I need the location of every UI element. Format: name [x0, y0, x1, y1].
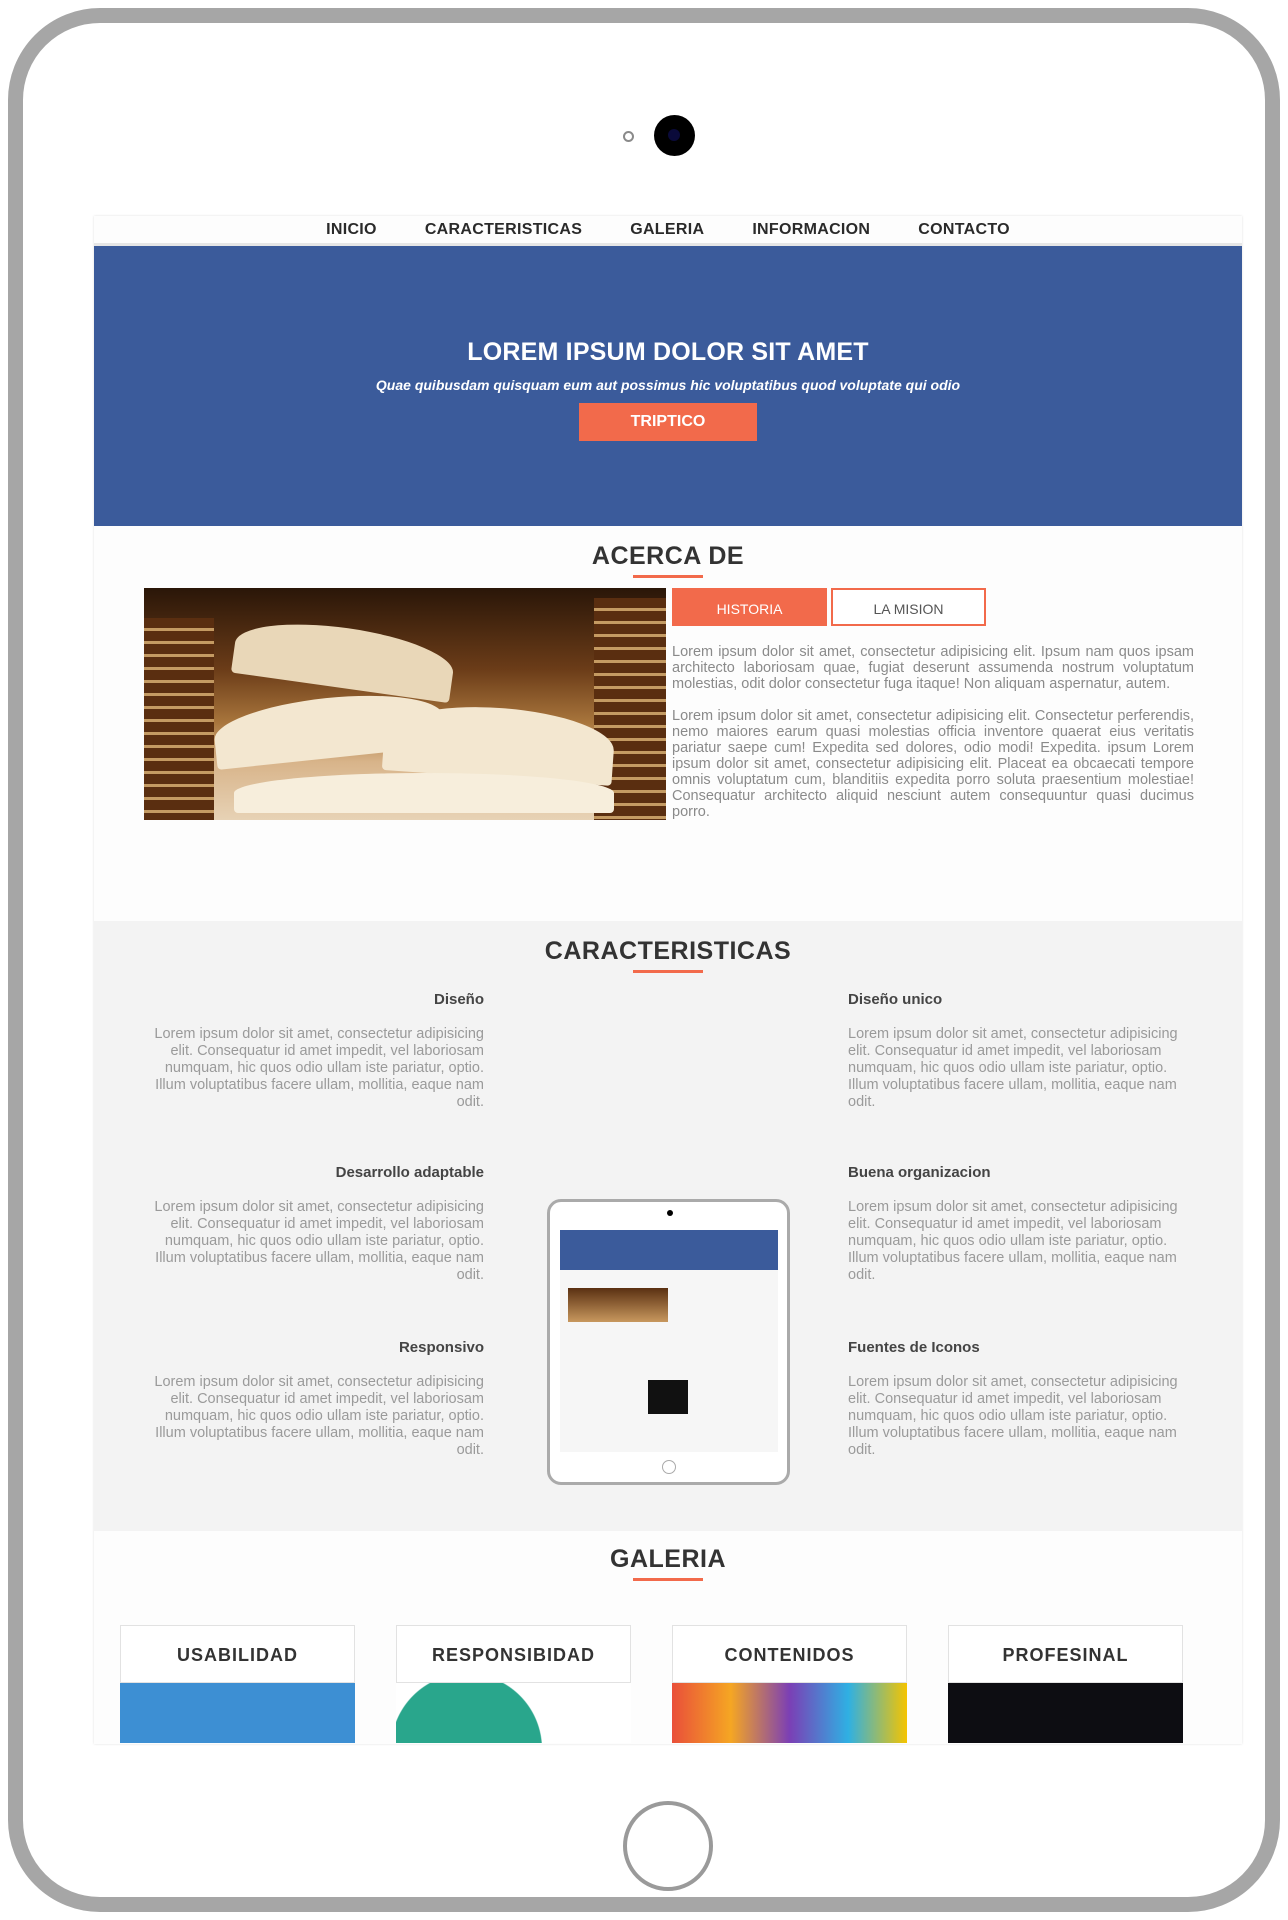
- gallery-section: GALERIA USABILIDAD RESPONSIBIDAD CONTENI…: [94, 1531, 1242, 1744]
- about-tabs: HISTORIA LA MISION: [672, 588, 986, 626]
- home-button-icon: [662, 1460, 676, 1474]
- title-underline: [633, 970, 703, 973]
- feature-item: Diseño Lorem ipsum dolor sit amet, conse…: [144, 991, 484, 1111]
- gallery-card-label: CONTENIDOS: [672, 1625, 907, 1683]
- feature-text: Lorem ipsum dolor sit amet, consectetur …: [154, 1026, 484, 1110]
- usability-image: [120, 1683, 355, 1743]
- hero-title: LOREM IPSUM DOLOR SIT AMET: [467, 338, 869, 366]
- tablet-screen: INICIO CARACTERISTICAS GALERIA INFORMACI…: [94, 216, 1242, 1744]
- sensor-icon: [623, 131, 634, 142]
- about-paragraph-2: Lorem ipsum dolor sit amet, consectetur …: [672, 708, 1194, 820]
- about-title: ACERCA DE: [591, 542, 745, 570]
- nav-inicio[interactable]: INICIO: [326, 221, 377, 239]
- features-title: CARACTERISTICAS: [544, 937, 792, 965]
- gallery-title: GALERIA: [610, 1545, 726, 1573]
- gallery-card[interactable]: PROFESINAL: [948, 1625, 1183, 1743]
- professional-image: [948, 1683, 1183, 1743]
- camera-icon: [667, 1210, 673, 1216]
- feature-text: Lorem ipsum dolor sit amet, consectetur …: [848, 1199, 1178, 1283]
- hero-subtitle: Quae quibusdam quisquam eum aut possimus…: [375, 377, 961, 393]
- feature-title: Diseño: [433, 991, 484, 1008]
- feature-item: Responsivo Lorem ipsum dolor sit amet, c…: [144, 1339, 484, 1459]
- about-paragraph-1: Lorem ipsum dolor sit amet, consectetur …: [672, 644, 1194, 692]
- feature-item: Diseño unico Lorem ipsum dolor sit amet,…: [848, 991, 1188, 1111]
- preview-screen: [560, 1230, 778, 1452]
- gallery-card[interactable]: RESPONSIBIDAD: [396, 1625, 631, 1743]
- gallery-card-label: RESPONSIBIDAD: [396, 1625, 631, 1683]
- tablet-frame: INICIO CARACTERISTICAS GALERIA INFORMACI…: [8, 8, 1280, 1912]
- feature-title: Buena organizacion: [848, 1164, 991, 1181]
- responsibility-image: [396, 1683, 631, 1743]
- tablet-preview-image: [547, 1199, 790, 1485]
- tab-historia[interactable]: HISTORIA: [672, 588, 827, 626]
- feature-title: Diseño unico: [848, 991, 943, 1008]
- nav-informacion[interactable]: INFORMACION: [752, 221, 870, 239]
- title-underline: [633, 1578, 703, 1581]
- gallery-card[interactable]: USABILIDAD: [120, 1625, 355, 1743]
- books-image: [144, 588, 666, 820]
- feature-item: Desarrollo adaptable Lorem ipsum dolor s…: [144, 1164, 484, 1284]
- gallery-card[interactable]: CONTENIDOS: [672, 1625, 907, 1743]
- about-section: ACERCA DE HISTORIA LA MISION Lorem ipsum…: [94, 526, 1242, 921]
- triptico-button[interactable]: TRIPTICO: [579, 403, 757, 441]
- title-underline: [633, 575, 703, 578]
- gallery-card-label: PROFESINAL: [948, 1625, 1183, 1683]
- tab-la-mision[interactable]: LA MISION: [831, 588, 986, 626]
- feature-title: Desarrollo adaptable: [335, 1164, 484, 1181]
- nav-caracteristicas[interactable]: CARACTERISTICAS: [425, 221, 582, 239]
- feature-title: Responsivo: [398, 1339, 484, 1356]
- camera-icon: [654, 115, 695, 156]
- features-section: CARACTERISTICAS Diseño Lorem ipsum dolor…: [94, 921, 1242, 1531]
- gallery-card-label: USABILIDAD: [120, 1625, 355, 1683]
- about-content: Lorem ipsum dolor sit amet, consectetur …: [672, 644, 1194, 820]
- hero-banner: LOREM IPSUM DOLOR SIT AMET Quae quibusda…: [94, 246, 1242, 526]
- top-navigation: INICIO CARACTERISTICAS GALERIA INFORMACI…: [94, 216, 1242, 246]
- feature-item: Buena organizacion Lorem ipsum dolor sit…: [848, 1164, 1188, 1284]
- feature-item: Fuentes de Iconos Lorem ipsum dolor sit …: [848, 1339, 1188, 1459]
- feature-text: Lorem ipsum dolor sit amet, consectetur …: [848, 1026, 1178, 1110]
- feature-title: Fuentes de Iconos: [848, 1339, 980, 1356]
- feature-text: Lorem ipsum dolor sit amet, consectetur …: [154, 1374, 484, 1458]
- feature-text: Lorem ipsum dolor sit amet, consectetur …: [154, 1199, 484, 1283]
- feature-text: Lorem ipsum dolor sit amet, consectetur …: [848, 1374, 1178, 1458]
- nav-galeria[interactable]: GALERIA: [630, 221, 704, 239]
- content-image: [672, 1683, 907, 1743]
- home-button[interactable]: [623, 1801, 713, 1891]
- nav-contacto[interactable]: CONTACTO: [918, 221, 1010, 239]
